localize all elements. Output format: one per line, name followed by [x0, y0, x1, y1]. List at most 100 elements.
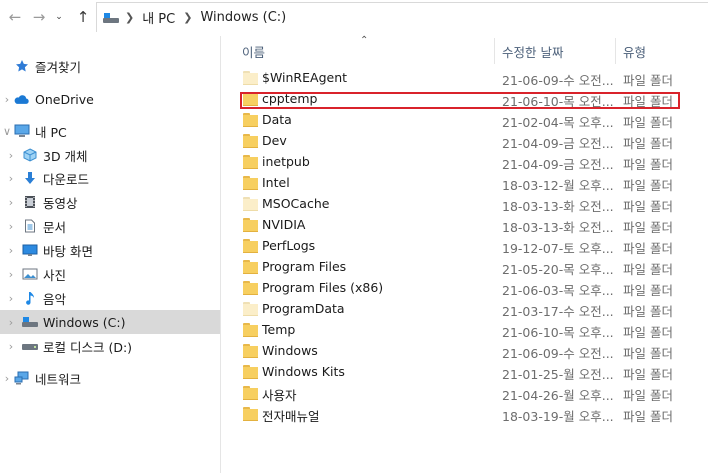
- up-arrow-icon[interactable]: ↑: [72, 6, 94, 28]
- file-type: 파일 폴더: [623, 178, 673, 193]
- column-divider[interactable]: [494, 38, 495, 64]
- nav-label: 음악: [43, 291, 67, 307]
- file-row[interactable]: Windows Kits 21-01-25-월 오전... 파일 폴더: [221, 362, 708, 383]
- expand-chevron-icon[interactable]: ›: [6, 196, 16, 209]
- expand-chevron-icon[interactable]: ›: [6, 340, 16, 353]
- nav-item-downloads[interactable]: › 다운로드: [0, 166, 220, 190]
- file-row[interactable]: inetpub 21-04-09-금 오전... 파일 폴더: [221, 152, 708, 173]
- file-row[interactable]: Program Files 21-05-20-목 오후... 파일 폴더: [221, 257, 708, 278]
- nav-label: 사진: [43, 267, 67, 283]
- file-type: 파일 폴더: [623, 73, 673, 88]
- file-row[interactable]: Program Files (x86) 21-06-03-목 오후... 파일 …: [221, 278, 708, 299]
- sort-ascending-icon: ⌃: [360, 35, 369, 46]
- file-row[interactable]: MSOCache 18-03-13-화 오전... 파일 폴더: [221, 194, 708, 215]
- expand-chevron-icon[interactable]: ›: [6, 172, 16, 185]
- breadcrumb-separator-icon[interactable]: ❯: [183, 11, 192, 24]
- file-name: Windows: [262, 343, 318, 358]
- column-header-type[interactable]: 유형: [623, 42, 646, 61]
- file-row[interactable]: NVIDIA 18-03-13-화 오전... 파일 폴더: [221, 215, 708, 236]
- folder-icon: [243, 365, 259, 379]
- file-date: 21-06-10-목 오전...: [502, 94, 614, 109]
- nav-label: 동영상: [43, 195, 78, 211]
- nav-item-drive-c[interactable]: › Windows (C:): [0, 310, 220, 334]
- column-header-name[interactable]: 이름: [242, 42, 265, 61]
- file-row[interactable]: PerfLogs 19-12-07-토 오후... 파일 폴더: [221, 236, 708, 257]
- expand-chevron-icon[interactable]: ›: [2, 93, 12, 106]
- star-icon: [14, 58, 30, 74]
- expand-chevron-icon[interactable]: ›: [6, 149, 16, 162]
- file-type: 파일 폴더: [623, 94, 673, 109]
- cloud-icon: [13, 91, 29, 107]
- nav-item-onedrive[interactable]: › OneDrive: [0, 87, 220, 111]
- recent-locations-chevron-icon[interactable]: ⌄: [52, 6, 66, 28]
- breadcrumb-drive-c[interactable]: Windows (C:): [200, 10, 286, 25]
- file-row[interactable]: 사용자 21-04-26-월 오후... 파일 폴더: [221, 383, 708, 404]
- nav-item-documents[interactable]: › 문서: [0, 214, 220, 238]
- file-name: Dev: [262, 133, 287, 148]
- expand-chevron-icon[interactable]: ›: [6, 268, 16, 281]
- file-type: 파일 폴더: [623, 283, 673, 298]
- download-icon: [22, 170, 38, 186]
- expand-chevron-icon[interactable]: ∨: [2, 125, 12, 138]
- file-row[interactable]: 전자매뉴얼 18-03-19-월 오후... 파일 폴더: [221, 404, 708, 425]
- address-bar[interactable]: ❯ 내 PC ❯ Windows (C:): [96, 2, 708, 32]
- expand-chevron-icon[interactable]: ›: [2, 372, 12, 385]
- expand-chevron-icon[interactable]: ›: [6, 220, 16, 233]
- file-type: 파일 폴더: [623, 199, 673, 214]
- file-row[interactable]: Dev 21-04-09-금 오전... 파일 폴더: [221, 131, 708, 152]
- expand-chevron-icon[interactable]: ›: [6, 244, 16, 257]
- file-name: Program Files: [262, 259, 347, 274]
- file-row[interactable]: Data 21-02-04-목 오후... 파일 폴더: [221, 110, 708, 131]
- column-divider[interactable]: [615, 38, 616, 64]
- file-name: Program Files (x86): [262, 280, 384, 295]
- file-row[interactable]: $WinREAgent 21-06-09-수 오전... 파일 폴더: [221, 68, 708, 89]
- file-type: 파일 폴더: [623, 325, 673, 340]
- file-row[interactable]: Intel 18-03-12-월 오후... 파일 폴더: [221, 173, 708, 194]
- file-name: NVIDIA: [262, 217, 306, 232]
- file-date: 21-02-04-목 오후...: [502, 115, 614, 130]
- nav-item-music[interactable]: › 음악: [0, 286, 220, 310]
- nav-item-drive-d[interactable]: › 로컬 디스크 (D:): [0, 334, 220, 358]
- file-date: 21-06-09-수 오전...: [502, 346, 614, 361]
- back-arrow-icon[interactable]: ←: [4, 6, 26, 28]
- file-name: ProgramData: [262, 301, 345, 316]
- folder-icon: [243, 197, 259, 211]
- file-row[interactable]: cpptemp 21-06-10-목 오전... 파일 폴더: [221, 89, 708, 110]
- file-row[interactable]: ProgramData 21-03-17-수 오전... 파일 폴더: [221, 299, 708, 320]
- system-drive-icon: [103, 12, 119, 23]
- file-date: 21-04-09-금 오전...: [502, 136, 614, 151]
- folder-icon: [243, 386, 259, 400]
- file-date: 18-03-19-월 오후...: [502, 409, 614, 424]
- nav-item-pictures[interactable]: › 사진: [0, 262, 220, 286]
- breadcrumb-this-pc[interactable]: 내 PC: [142, 8, 175, 27]
- file-row[interactable]: Temp 21-06-10-목 오후... 파일 폴더: [221, 320, 708, 341]
- file-row[interactable]: Windows 21-06-09-수 오전... 파일 폴더: [221, 341, 708, 362]
- music-icon: [22, 290, 38, 306]
- forward-arrow-icon[interactable]: →: [28, 6, 50, 28]
- nav-label: Windows (C:): [43, 314, 126, 330]
- system-drive-icon: [22, 314, 38, 330]
- folder-icon: [243, 239, 259, 253]
- folder-icon: [243, 155, 259, 169]
- file-type: 파일 폴더: [623, 346, 673, 361]
- nav-item-videos[interactable]: › 동영상: [0, 190, 220, 214]
- expand-chevron-icon[interactable]: ›: [6, 292, 16, 305]
- file-type: 파일 폴더: [623, 136, 673, 151]
- file-date: 21-04-09-금 오전...: [502, 157, 614, 172]
- nav-item-desktop[interactable]: › 바탕 화면: [0, 238, 220, 262]
- file-type: 파일 폴더: [623, 220, 673, 235]
- expand-chevron-icon[interactable]: ›: [6, 316, 16, 329]
- file-name: $WinREAgent: [262, 70, 348, 85]
- nav-item-network[interactable]: › 네트워크: [0, 366, 220, 390]
- file-type: 파일 폴더: [623, 241, 673, 256]
- nav-label: 즐겨찾기: [35, 59, 82, 75]
- breadcrumb-separator-icon[interactable]: ❯: [125, 11, 134, 24]
- nav-item-this-pc[interactable]: ∨ 내 PC: [0, 119, 220, 143]
- folder-icon: [243, 113, 259, 127]
- nav-item-3d-objects[interactable]: › 3D 개체: [0, 143, 220, 167]
- nav-item-quick-access[interactable]: 즐겨찾기: [0, 54, 220, 78]
- file-name: Intel: [262, 175, 290, 190]
- column-header-date[interactable]: 수정한 날짜: [502, 42, 563, 61]
- file-name: PerfLogs: [262, 238, 316, 253]
- file-name: Temp: [262, 322, 296, 337]
